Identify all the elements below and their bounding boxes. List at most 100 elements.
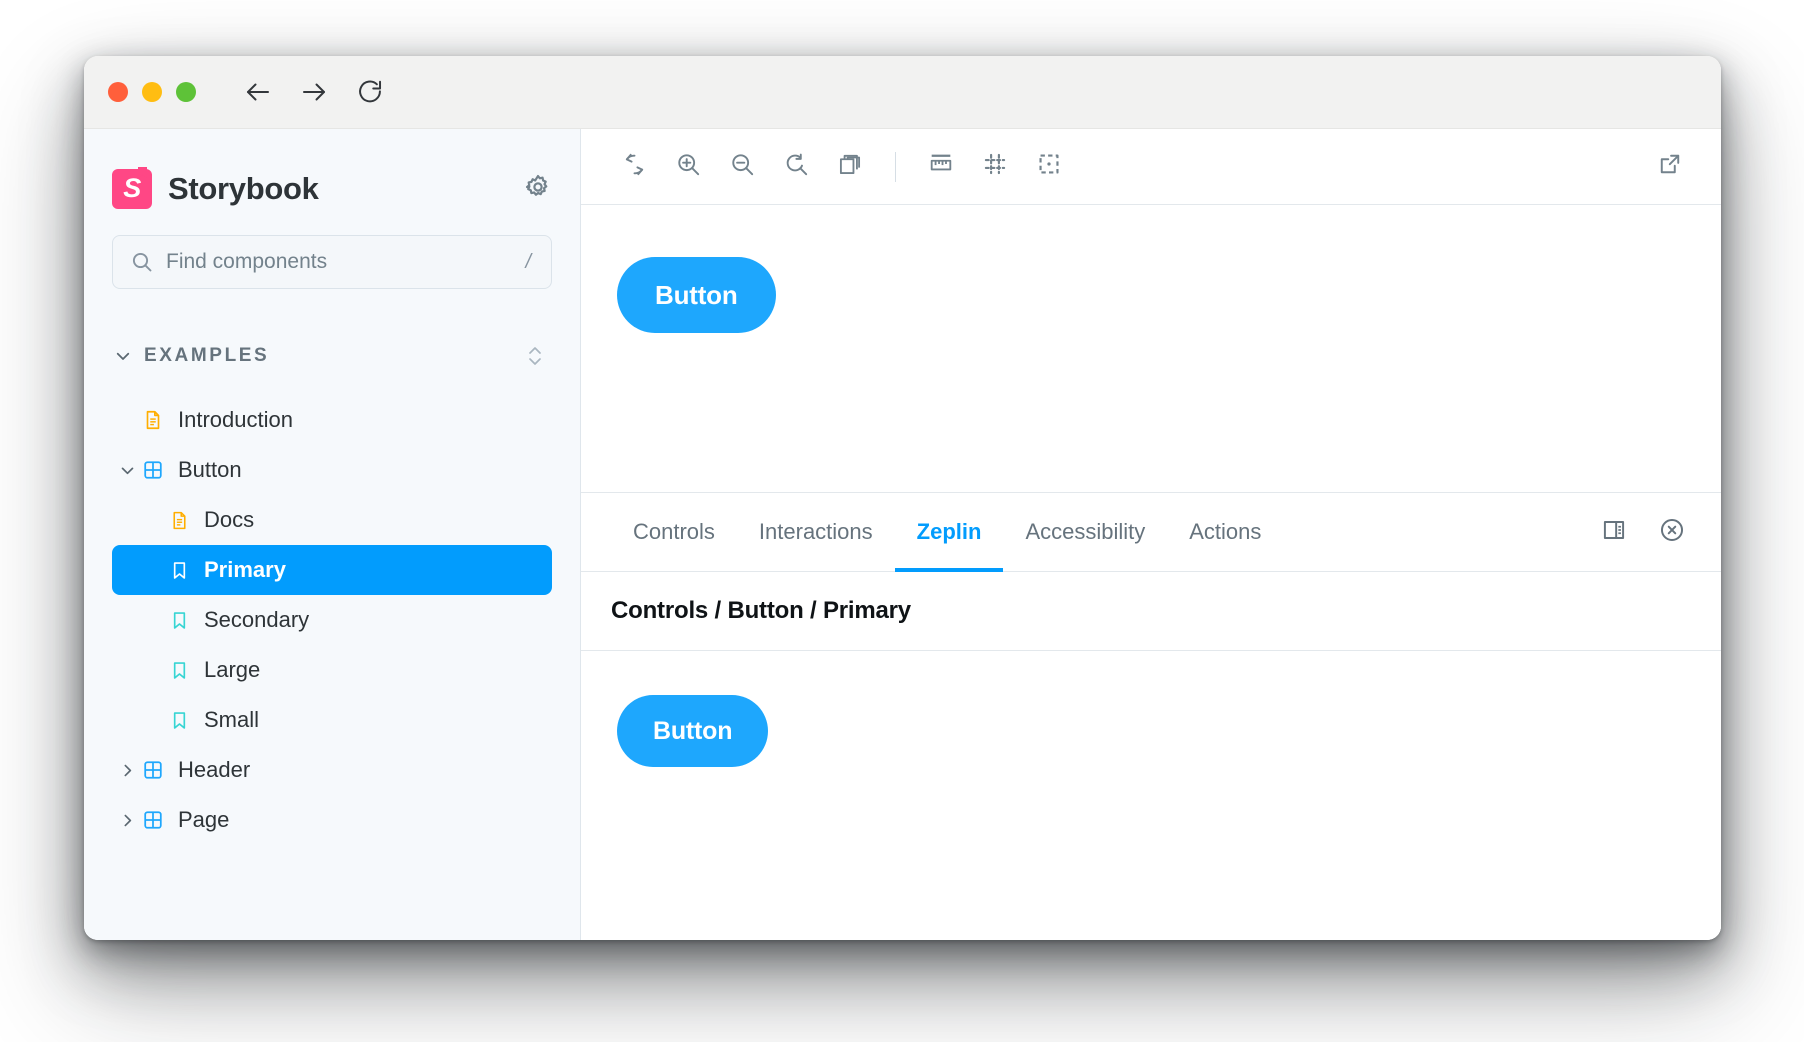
panel-action-buttons bbox=[1593, 493, 1693, 571]
close-circle-icon bbox=[1658, 516, 1686, 549]
tree-item-label: Large bbox=[204, 657, 261, 682]
tree-item-label: Introduction bbox=[178, 407, 293, 432]
tree-item-large[interactable]: Large bbox=[112, 645, 552, 695]
minimize-window-button[interactable] bbox=[142, 82, 162, 102]
layers-icon bbox=[837, 151, 863, 182]
close-panel-button[interactable] bbox=[1651, 511, 1693, 553]
sort-updown-icon[interactable] bbox=[526, 345, 544, 367]
grid-button[interactable] bbox=[972, 144, 1018, 190]
panel-layout-icon bbox=[1601, 517, 1627, 548]
reload-button[interactable] bbox=[352, 74, 388, 110]
storybook-logo-icon: S bbox=[112, 169, 152, 209]
gear-icon bbox=[524, 173, 552, 206]
tab-label: Accessibility bbox=[1025, 519, 1146, 544]
component-icon bbox=[140, 809, 166, 831]
ruler-icon bbox=[928, 151, 954, 182]
tab-label: Interactions bbox=[758, 519, 873, 544]
tab-label: Zeplin bbox=[916, 519, 982, 544]
reload-icon bbox=[356, 78, 384, 106]
tab-label: Controls bbox=[633, 519, 715, 544]
traffic-lights bbox=[108, 82, 196, 102]
bookmark-icon bbox=[166, 560, 192, 581]
zoom-reset-button[interactable] bbox=[773, 144, 819, 190]
browser-window: S Storybook Find components / EXAMPLES I… bbox=[84, 56, 1721, 940]
tree-item-docs[interactable]: Docs bbox=[112, 495, 552, 545]
panel-position-button[interactable] bbox=[1593, 511, 1635, 553]
tree-item-secondary[interactable]: Secondary bbox=[112, 595, 552, 645]
tree-item-small[interactable]: Small bbox=[112, 695, 552, 745]
component-icon bbox=[140, 759, 166, 781]
tree-heading-examples[interactable]: EXAMPLES bbox=[112, 339, 552, 373]
background-button[interactable] bbox=[827, 144, 873, 190]
zoom-out-icon bbox=[729, 151, 756, 183]
zoom-in-icon bbox=[675, 151, 702, 183]
remount-button[interactable] bbox=[611, 144, 657, 190]
chevron-down-icon bbox=[114, 347, 132, 365]
zoom-in-button[interactable] bbox=[665, 144, 711, 190]
arrow-right-icon bbox=[299, 77, 329, 107]
close-window-button[interactable] bbox=[108, 82, 128, 102]
tree-item-label: Primary bbox=[204, 557, 286, 582]
panel-title: Controls / Button / Primary bbox=[611, 597, 911, 624]
addons-panel: Controls Interactions Zeplin Accessibili… bbox=[581, 493, 1721, 940]
panel-preview-button[interactable]: Button bbox=[617, 695, 769, 767]
brand-title: Storybook bbox=[168, 171, 319, 206]
reload-circular-icon bbox=[621, 151, 648, 183]
bookmark-icon bbox=[166, 610, 192, 631]
tree-item-button[interactable]: Button bbox=[112, 445, 552, 495]
document-icon bbox=[140, 409, 166, 431]
forward-button[interactable] bbox=[296, 74, 332, 110]
open-in-new-tab-button[interactable] bbox=[1647, 144, 1693, 190]
arrow-left-icon bbox=[243, 77, 273, 107]
settings-button[interactable] bbox=[524, 173, 552, 206]
tabs-spacer bbox=[1283, 493, 1593, 571]
bookmark-icon bbox=[166, 660, 192, 681]
component-icon bbox=[140, 459, 166, 481]
chevron-right-icon bbox=[114, 762, 140, 779]
chevron-down-icon bbox=[114, 462, 140, 479]
tab-zeplin[interactable]: Zeplin bbox=[894, 493, 1004, 572]
back-button[interactable] bbox=[240, 74, 276, 110]
sidebar: S Storybook Find components / EXAMPLES I… bbox=[84, 129, 581, 940]
tree-item-label: Header bbox=[178, 757, 251, 782]
panel-title-row: Controls / Button / Primary bbox=[581, 572, 1721, 651]
tab-actions[interactable]: Actions bbox=[1167, 493, 1283, 571]
document-icon bbox=[166, 510, 192, 531]
screenshot-stage: S Storybook Find components / EXAMPLES I… bbox=[0, 0, 1804, 1042]
grid-icon bbox=[982, 151, 1008, 182]
logo-letter: S bbox=[123, 172, 141, 203]
brand-header: S Storybook bbox=[112, 129, 552, 235]
preview-toolbar bbox=[581, 129, 1721, 205]
panel-content: Button bbox=[581, 651, 1721, 940]
tab-accessibility[interactable]: Accessibility bbox=[1003, 493, 1167, 571]
toolbar-divider bbox=[895, 151, 896, 182]
storybook-app: S Storybook Find components / EXAMPLES I… bbox=[84, 129, 1721, 940]
browser-chrome bbox=[84, 56, 1721, 129]
tree-item-header[interactable]: Header bbox=[112, 745, 552, 795]
tree-item-label: Page bbox=[178, 807, 230, 832]
search-shortcut-hint: / bbox=[525, 250, 531, 273]
zoom-out-button[interactable] bbox=[719, 144, 765, 190]
maximize-window-button[interactable] bbox=[176, 82, 196, 102]
outline-button[interactable] bbox=[1026, 144, 1072, 190]
preview-tools-left bbox=[611, 144, 873, 190]
browser-nav-buttons bbox=[240, 74, 388, 110]
external-link-icon bbox=[1657, 151, 1683, 182]
search-box[interactable]: / bbox=[112, 235, 552, 289]
tree-item-label: Secondary bbox=[204, 607, 310, 632]
zoom-reset-icon bbox=[783, 151, 810, 183]
measure-button[interactable] bbox=[918, 144, 964, 190]
addon-tabs: Controls Interactions Zeplin Accessibili… bbox=[581, 493, 1721, 572]
search-icon bbox=[130, 250, 154, 274]
story-primary-button[interactable]: Button bbox=[617, 257, 776, 333]
tab-label: Actions bbox=[1189, 519, 1262, 544]
search-input[interactable] bbox=[166, 250, 526, 274]
tree-item-primary[interactable]: Primary bbox=[112, 545, 552, 595]
main-area: Button Controls Interactions Zeplin Acce… bbox=[581, 129, 1721, 940]
tab-interactions[interactable]: Interactions bbox=[737, 493, 895, 571]
tab-controls[interactable]: Controls bbox=[611, 493, 737, 571]
tree-item-introduction[interactable]: Introduction bbox=[112, 395, 552, 445]
preview-tools-right bbox=[918, 144, 1072, 190]
tree-item-page[interactable]: Page bbox=[112, 795, 552, 845]
tree-heading-label: EXAMPLES bbox=[144, 345, 270, 366]
